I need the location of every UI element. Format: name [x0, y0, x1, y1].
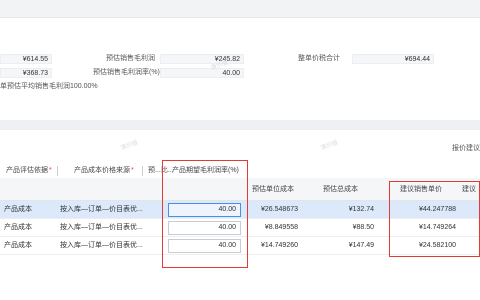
summary-panel: ¥614.55 ¥368.73 预估销售毛利润 ¥245.82 预估销售毛利润率…: [0, 19, 480, 120]
value-est-gross-margin: 40.00: [160, 68, 244, 78]
cell-basis: 产品成本: [4, 224, 32, 231]
cell-total-cost: ¥147.49: [348, 242, 374, 249]
col-header-unit-cost[interactable]: 预估单位成本: [252, 185, 294, 195]
col-header-total-cost[interactable]: 预估总成本: [323, 185, 358, 195]
col-divider: [57, 166, 58, 176]
value-est-gross-profit: ¥245.82: [160, 54, 244, 64]
value-total-with-tax: ¥694.44: [352, 54, 434, 64]
cell-cost-source: 按入库—订单—价目表优...: [60, 206, 143, 213]
cell-basis: 产品成本: [4, 242, 32, 249]
cell-total-cost: ¥132.74: [348, 206, 374, 213]
cell-basis: 产品成本: [4, 206, 32, 213]
label-est-gross-profit: 预估销售毛利润: [106, 55, 155, 62]
highlight-price-column: [389, 181, 480, 257]
cell-cost-source: 按入库—订单—价目表优...: [60, 224, 143, 231]
col-header-basis[interactable]: 产品评估依据*: [6, 166, 52, 176]
label-est-gross-margin: 预估销售毛利润率(%): [93, 69, 160, 76]
cell-total-cost: ¥88.50: [352, 224, 374, 231]
section-divider: [0, 120, 480, 130]
quote-suggestion-link[interactable]: 报价建议: [452, 144, 480, 154]
col-header-cost-source[interactable]: 产品成本价格来源*: [74, 166, 134, 176]
cell-unit-cost: ¥26.548673: [261, 206, 298, 213]
cell-unit-cost: ¥14.749260: [261, 242, 298, 249]
summary-value-1: ¥614.55: [0, 54, 52, 64]
label-total-with-tax: 整单价税合计: [298, 55, 340, 62]
summary-note: 单预估平均销售毛利润100.00%: [0, 83, 98, 90]
col-divider: [142, 166, 143, 176]
cell-unit-cost: ¥8.849558: [264, 224, 298, 231]
cell-cost-source: 按入库—订单—价目表优...: [60, 242, 143, 249]
top-toolbar: [0, 0, 480, 18]
summary-value-2: ¥368.73: [0, 68, 52, 78]
highlight-margin-column: [162, 160, 248, 268]
